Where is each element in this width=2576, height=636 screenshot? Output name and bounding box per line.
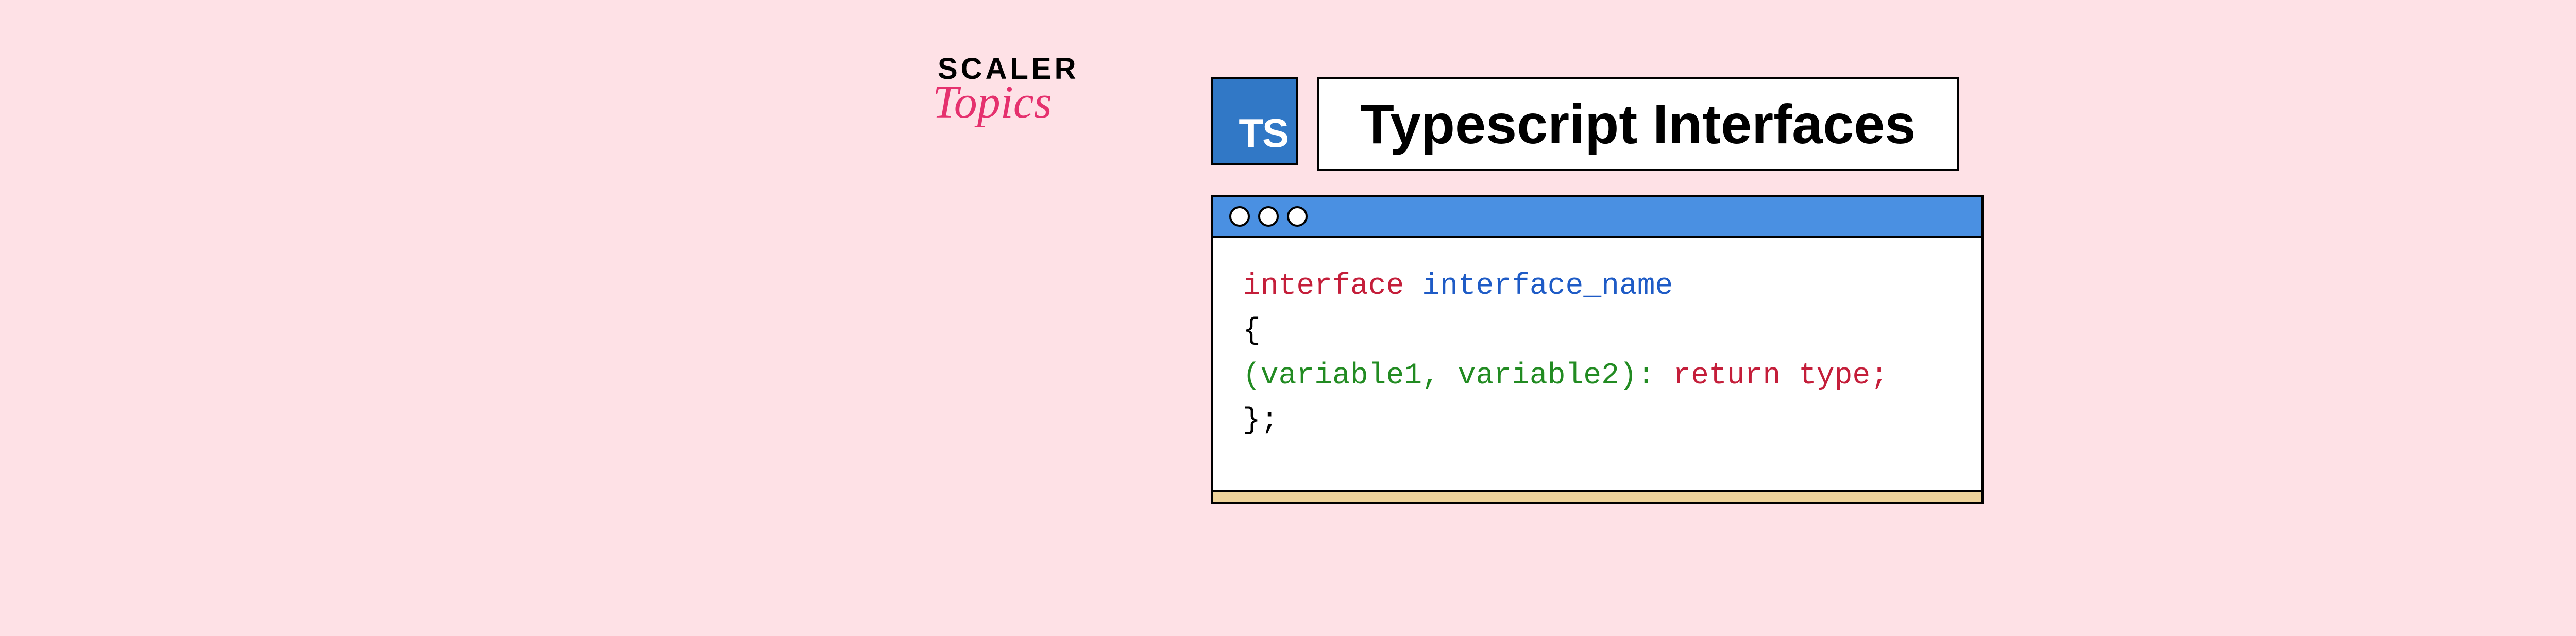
title-box: Typescript Interfaces — [1317, 77, 1959, 171]
code-window: interface interface_name { (variable1, v… — [1211, 195, 1984, 504]
typescript-badge-icon: TS — [1211, 77, 1298, 165]
window-footer — [1213, 490, 1981, 502]
code-close: }; — [1243, 404, 1279, 438]
code-line: }; — [1243, 398, 1952, 443]
code-line: { — [1243, 309, 1952, 354]
code-return-keyword: return — [1655, 359, 1799, 393]
code-open-brace: { — [1243, 314, 1261, 348]
window-titlebar — [1213, 197, 1981, 238]
code-line: interface interface_name — [1243, 264, 1952, 309]
code-line: (variable1, variable2): return type; — [1243, 354, 1952, 398]
window-control-dot — [1287, 206, 1308, 227]
window-control-dot — [1229, 206, 1250, 227]
page-title: Typescript Interfaces — [1360, 92, 1916, 156]
code-return-type: type; — [1799, 359, 1888, 393]
scaler-topics-logo: SCALER Topics — [938, 52, 1079, 129]
code-interface-name: interface_name — [1422, 270, 1673, 303]
code-body: interface interface_name { (variable1, v… — [1213, 238, 1981, 490]
header-row: TS Typescript Interfaces — [1211, 77, 1959, 171]
typescript-badge-text: TS — [1239, 110, 1288, 157]
code-params: (variable1, variable2): — [1243, 359, 1655, 393]
code-keyword: interface — [1243, 270, 1404, 303]
window-control-dot — [1258, 206, 1279, 227]
